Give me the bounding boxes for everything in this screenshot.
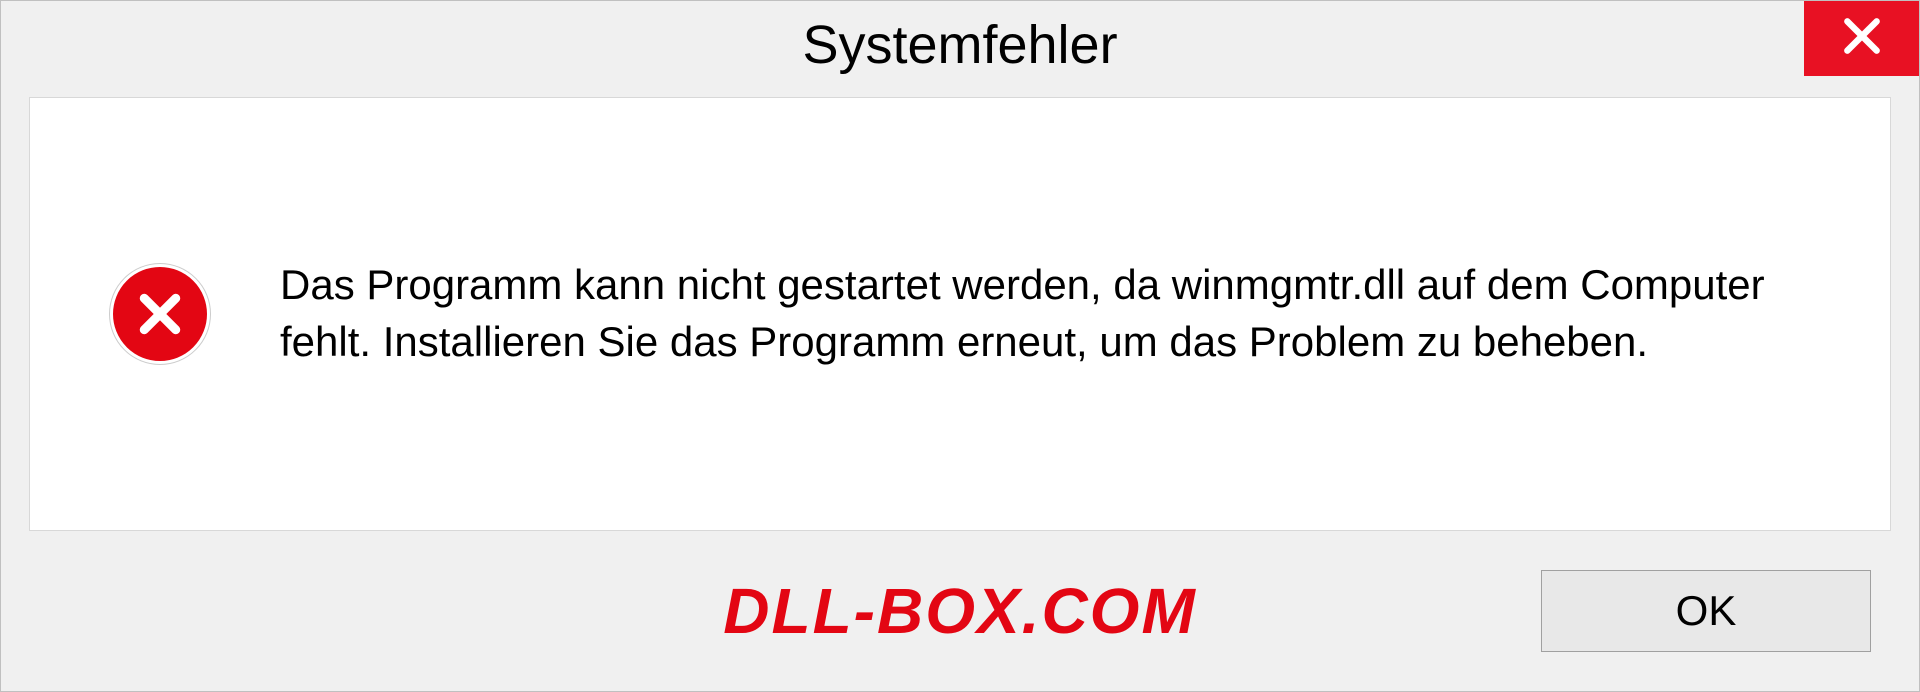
- ok-button[interactable]: OK: [1541, 570, 1871, 652]
- close-button[interactable]: [1804, 1, 1919, 76]
- watermark-text: DLL-BOX.COM: [723, 574, 1197, 648]
- system-error-dialog: Systemfehler Das Programm kann nicht ges…: [0, 0, 1920, 692]
- button-bar: DLL-BOX.COM OK: [1, 531, 1919, 691]
- close-icon: [1840, 14, 1884, 63]
- dialog-title: Systemfehler: [802, 14, 1117, 76]
- titlebar: Systemfehler: [1, 1, 1919, 89]
- content-area: Das Programm kann nicht gestartet werden…: [29, 97, 1891, 531]
- error-message: Das Programm kann nicht gestartet werden…: [280, 257, 1830, 370]
- ok-button-label: OK: [1676, 587, 1737, 635]
- error-icon: [110, 264, 210, 364]
